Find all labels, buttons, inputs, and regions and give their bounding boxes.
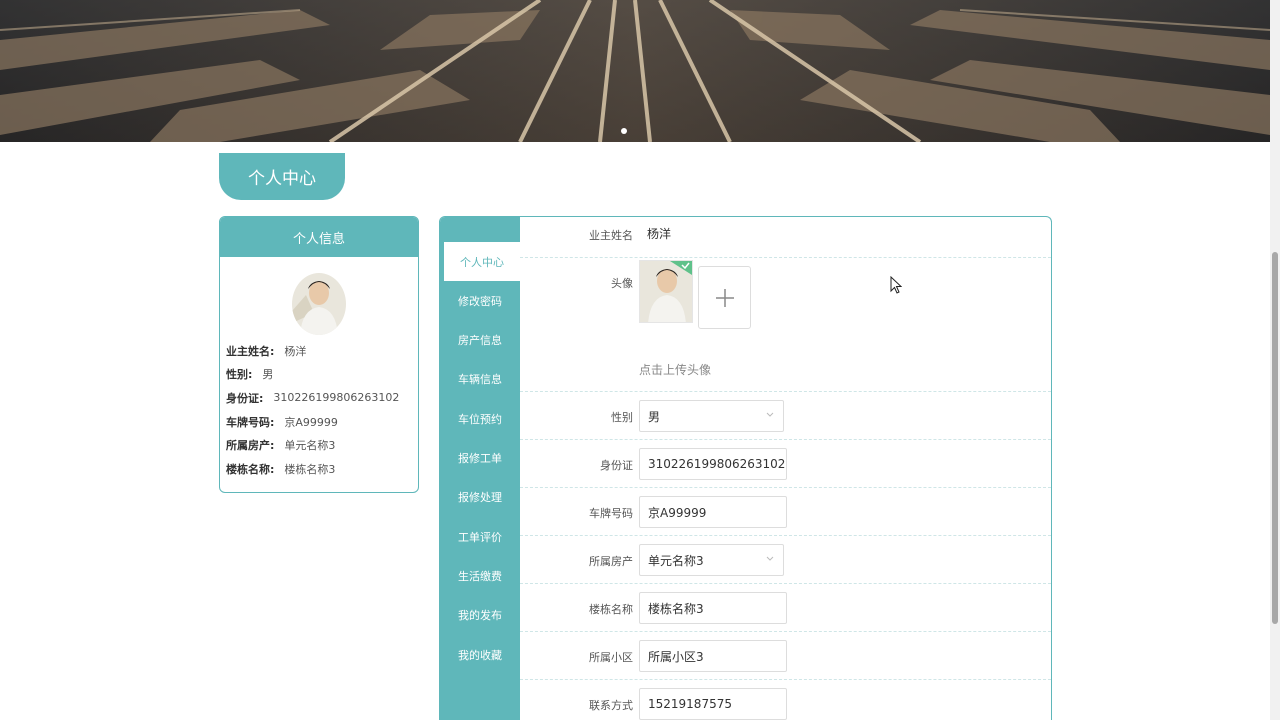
form-row-community: 所属小区 所属小区3 (520, 632, 1051, 680)
form-row-contact: 联系方式 15219187575 (520, 680, 1051, 720)
property-select[interactable]: 单元名称3 (639, 544, 784, 576)
info-row-owner-name: 业主姓名: 杨洋 (226, 344, 307, 358)
form-row-gender: 性别 男 (520, 392, 1051, 440)
nav-item-property-info[interactable]: 房产信息 (440, 320, 520, 359)
nav-item-repair-order[interactable]: 报修工单 (440, 438, 520, 477)
form-row-avatar: 头像 点击上传头像 (520, 258, 1051, 392)
scrollbar-thumb[interactable] (1272, 252, 1278, 624)
nav-item-my-posts[interactable]: 我的发布 (440, 595, 520, 634)
form-row-owner-name: 业主姓名 杨洋 (520, 217, 1051, 258)
owner-name-label: 业主姓名 (589, 229, 633, 242)
id-card-input[interactable]: 310226199806263102 (639, 448, 787, 480)
id-card-label: 身份证 (600, 459, 633, 472)
contact-input[interactable]: 15219187575 (639, 688, 787, 720)
building-input[interactable]: 楼栋名称3 (639, 592, 787, 624)
avatar-thumbnail[interactable] (639, 260, 693, 323)
gender-select[interactable]: 男 (639, 400, 784, 432)
form-row-plate: 车牌号码 京A99999 (520, 488, 1051, 536)
info-row-property: 所属房产: 单元名称3 (226, 439, 336, 453)
mouse-cursor-icon (890, 276, 902, 294)
plate-input[interactable]: 京A99999 (639, 496, 787, 528)
banner-carousel[interactable] (0, 0, 1270, 142)
info-row-plate: 车牌号码: 京A99999 (226, 415, 338, 429)
nav-item-parking-reservation[interactable]: 车位预约 (440, 399, 520, 438)
plate-label: 车牌号码 (589, 507, 633, 520)
railway-banner-image (0, 0, 1270, 142)
info-row-building: 楼栋名称: 楼栋名称3 (226, 462, 336, 476)
profile-panel: 个人中心 修改密码 房产信息 车辆信息 车位预约 报修工单 报修处理 工单评价 … (439, 216, 1052, 720)
avatar (292, 273, 346, 335)
gender-label: 性别 (611, 411, 633, 424)
avatar-upload-button[interactable] (698, 266, 751, 329)
page-title: 个人中心 (219, 153, 345, 200)
side-nav: 个人中心 修改密码 房产信息 车辆信息 车位预约 报修工单 报修处理 工单评价 … (440, 217, 520, 720)
avatar-upload-hint: 点击上传头像 (639, 363, 712, 377)
info-row-gender: 性别: 男 (226, 368, 274, 382)
building-label: 楼栋名称 (589, 603, 633, 616)
personal-info-card: 个人信息 业主姓名: 杨洋 性别: 男 身份证: 310226199806263102… (219, 216, 419, 493)
form-row-property: 所属房产 单元名称3 (520, 536, 1051, 584)
carousel-indicator-dot[interactable] (621, 128, 627, 134)
uploaded-check-icon (670, 261, 692, 275)
nav-item-change-password[interactable]: 修改密码 (440, 281, 520, 320)
plus-icon (715, 288, 734, 307)
owner-name-value: 杨洋 (647, 227, 672, 241)
community-input[interactable]: 所属小区3 (639, 640, 787, 672)
form-row-building: 楼栋名称 楼栋名称3 (520, 584, 1051, 632)
community-label: 所属小区 (589, 651, 633, 664)
nav-item-my-favorites[interactable]: 我的收藏 (440, 635, 520, 674)
nav-item-personal-center[interactable]: 个人中心 (444, 242, 520, 281)
chevron-down-icon (766, 556, 774, 561)
nav-item-vehicle-info[interactable]: 车辆信息 (440, 359, 520, 398)
contact-label: 联系方式 (589, 699, 633, 712)
info-row-id-card: 身份证: 310226199806263102 (226, 391, 400, 405)
property-label: 所属房产 (589, 555, 633, 568)
info-list: 业主姓名: 杨洋 性别: 男 身份证: 310226199806263102 车牌号码… (226, 339, 399, 481)
nav-item-order-review[interactable]: 工单评价 (440, 517, 520, 556)
nav-item-utility-payment[interactable]: 生活缴费 (440, 556, 520, 595)
avatar-label: 头像 (611, 277, 633, 290)
info-card-header: 个人信息 (220, 217, 418, 257)
nav-item-repair-handling[interactable]: 报修处理 (440, 477, 520, 516)
chevron-down-icon (766, 412, 774, 417)
form-row-id-card: 身份证 310226199806263102 (520, 440, 1051, 488)
